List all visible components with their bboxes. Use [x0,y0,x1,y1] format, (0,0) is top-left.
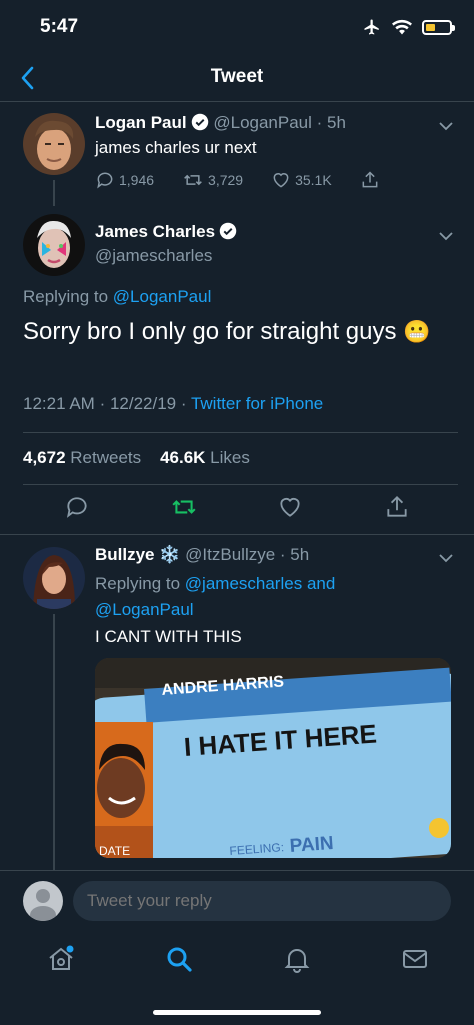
grimace-emoji: 😬 [403,319,431,344]
verified-badge-icon [219,222,237,240]
battery-icon [422,19,455,35]
airplane-icon [364,19,379,35]
thread-connector [53,180,55,206]
reply-action[interactable]: 1,946 [95,170,154,190]
status-bar: 5:47 [0,0,474,56]
likes-stat[interactable]: 46.6K Likes [160,448,250,467]
status-time: 5:47 [40,16,79,37]
retweet-icon[interactable] [171,494,197,520]
chevron-down-icon[interactable] [438,550,454,566]
like-count: 35.1K [295,172,332,188]
retweet-count: 3,729 [208,172,244,188]
parent-tweet-header: Logan Paul @LoganPaul · 5h [95,113,346,132]
author-handle[interactable]: @LoganPaul [213,113,312,132]
heart-icon [273,173,289,188]
wifi-icon [392,19,412,35]
mention-link[interactable]: @LoganPaul [95,600,194,619]
reply-icon[interactable] [64,494,90,520]
mention-link[interactable]: @jamescharles [185,574,302,593]
reply-tweet-image[interactable]: ANDRE HARRIS I HATE IT HERE DATE FEELING… [95,658,451,858]
tweet-timestamp: 12:21 AM · 12/22/19 · Twitter for iPhone [23,394,324,413]
chevron-down-icon[interactable] [438,118,454,134]
nav-header: Tweet [0,56,474,102]
tweet-age: 5h [327,113,346,132]
main-tweet-text: Sorry bro I only go for straight guys 😬 [23,318,431,345]
messages-icon[interactable] [400,944,430,974]
page-title: Tweet [210,66,264,87]
retweets-stat[interactable]: 4,672 Retweets [23,448,141,467]
reply-count: 1,946 [119,172,155,188]
share-icon[interactable] [384,494,410,520]
main-tweet-actions [0,494,474,524]
reply-composer [0,870,474,930]
divider [23,484,458,485]
logan-paul-avatar[interactable] [23,113,85,175]
tweet-source-link[interactable]: Twitter for iPhone [191,394,323,413]
retweet-action[interactable]: 3,729 [182,170,243,190]
author-handle[interactable]: @ItzBullzye [185,545,275,564]
mention-link[interactable]: @LoganPaul [113,287,212,306]
snowflake-emoji: ❄️ [159,545,181,564]
heart-icon[interactable] [277,494,303,520]
reply-input[interactable] [73,881,451,921]
image-feeling-value: PAIN [289,832,335,857]
user-avatar[interactable] [23,881,63,921]
image-date-label: DATE [99,844,131,858]
chevron-down-icon[interactable] [438,228,454,244]
parent-tweet-text: james charles ur next [95,138,257,157]
reply-tweet-header: Bullzye ❄️ @ItzBullzye · 5h [95,545,310,564]
reply-tweet-text: I CANT WITH THIS [95,627,242,646]
tweet-detail-screen: 5:47 Tweet Logan Paul @LoganPaul · 5h ja… [0,0,474,1025]
tweet-time: 12:21 AM [23,394,95,413]
like-action[interactable]: 35.1K [271,170,332,190]
status-icons [362,18,455,36]
reply-icon [97,172,113,189]
replying-to: Replying to @LoganPaul [23,287,212,306]
home-indicator [153,1010,321,1015]
search-icon[interactable] [164,944,194,974]
author-name[interactable]: Logan Paul [95,113,187,132]
james-charles-avatar[interactable] [23,214,85,276]
share-icon[interactable] [360,170,380,190]
home-icon[interactable] [46,944,76,974]
tweet-age: 5h [290,545,310,564]
author-handle[interactable]: @jamescharles [95,246,212,266]
author-name[interactable]: James Charles [95,222,215,241]
notifications-icon[interactable] [282,944,312,974]
parent-tweet-actions: 1,946 3,729 35.1K [95,170,380,190]
tweet-date: 12/22/19 [109,394,177,413]
verified-badge-icon [191,113,208,131]
divider [23,432,458,433]
main-tweet-author: James Charles [95,222,237,242]
replying-to: Replying to @jamescharles and @LoganPaul [95,574,336,619]
bullzye-avatar[interactable] [23,547,85,609]
divider [0,534,474,535]
thread-connector [53,614,55,870]
retweet-icon [184,174,202,186]
author-name[interactable]: Bullzye [95,545,155,564]
tweet-stats: 4,672 Retweets 46.6K Likes [23,448,250,468]
